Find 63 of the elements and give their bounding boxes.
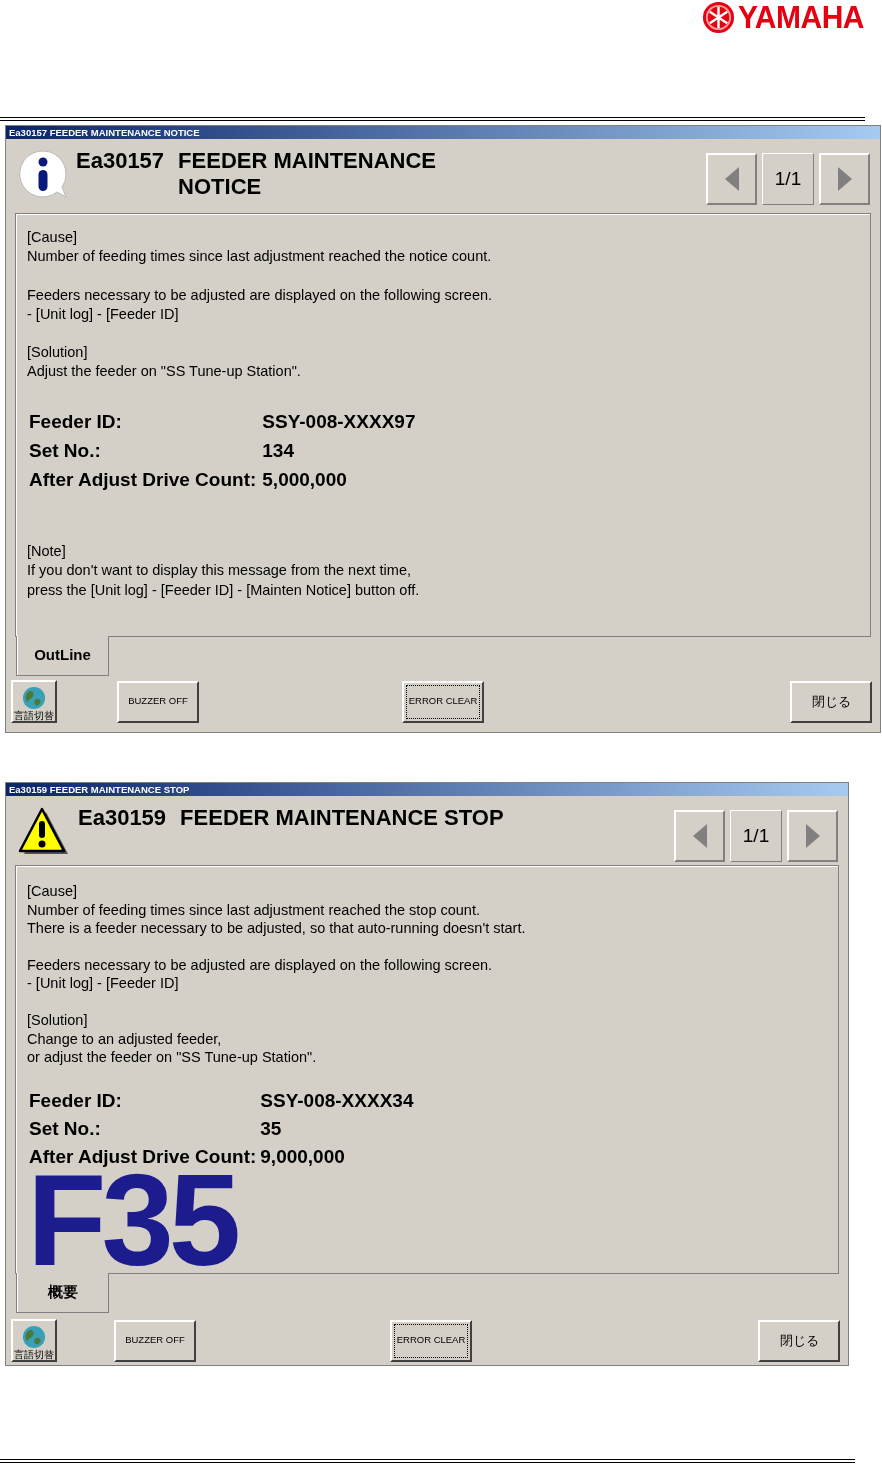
info-icon — [18, 149, 68, 199]
previous-page-button[interactable] — [674, 810, 725, 862]
window-title: Ea30157 FEEDER MAINTENANCE NOTICE — [6, 126, 880, 139]
field-label: Feeder ID: — [29, 1088, 123, 1113]
message-text: Change to an adjusted feeder, — [27, 1029, 223, 1049]
globe-icon — [22, 686, 46, 710]
right-triangle-icon — [835, 166, 854, 192]
close-button[interactable]: 閉じる — [790, 680, 872, 723]
error-clear-button[interactable]: ERROR CLEAR — [390, 1319, 472, 1362]
error-code: Ea30159 — [78, 804, 167, 832]
field-value: 35 — [260, 1116, 283, 1141]
right-triangle-icon — [803, 823, 822, 849]
field-label: Set No.: — [29, 438, 102, 463]
note-text: press the [Unit log] - [Feeder ID] - [Mainten Notice] button off. — [27, 580, 421, 600]
message-text: or adjust the feeder on "SS Tune-up Station". — [27, 1048, 318, 1067]
page-counter: 1/1 — [730, 810, 782, 862]
error-title: NOTICE — [178, 173, 263, 201]
field-label: After Adjust Drive Count: — [29, 467, 257, 492]
error-clear-button[interactable]: ERROR CLEAR — [402, 680, 484, 723]
message-text: There is a feeder necessary to be adjusted, so that auto-running doesn't start. — [27, 919, 527, 938]
message-text: Adjust the feeder on "SS Tune-up Station". — [27, 362, 302, 382]
message-text: [Solution] — [27, 1010, 89, 1030]
buzzer-off-button[interactable]: BUZZER OFF — [117, 680, 199, 723]
field-value: 9,000,000 — [260, 1144, 346, 1169]
field-label: Feeder ID: — [29, 409, 123, 434]
feeder-set-label: F35 — [27, 1172, 236, 1267]
window-title: Ea30159 FEEDER MAINTENANCE STOP — [6, 783, 848, 796]
message-text: [Cause] — [27, 882, 78, 901]
field-value: SSY-008-XXXX34 — [260, 1088, 414, 1113]
note-text: If you don't want to display this message from the next time, — [27, 561, 412, 581]
field-value: SSY-008-XXXX97 — [262, 409, 416, 434]
message-text: [Cause] — [27, 228, 78, 247]
tab[interactable]: OutLine — [16, 636, 109, 676]
error-code: Ea30157 — [76, 147, 165, 175]
globe-icon — [22, 1325, 46, 1349]
message-text: - [Unit log] - [Feeder ID] — [27, 974, 180, 993]
field-value: 134 — [262, 438, 295, 463]
message-text: Feeders necessary to be adjusted are displayed on the following screen. — [27, 955, 494, 975]
language-button[interactable]: 言語切替 — [11, 1319, 57, 1362]
close-button[interactable]: 閉じる — [758, 1319, 840, 1362]
error-title: FEEDER MAINTENANCE STOP — [180, 804, 504, 832]
next-page-button[interactable] — [819, 153, 870, 205]
message-text: - [Unit log] - [Feeder ID] — [27, 304, 180, 324]
note-text: [Note] — [27, 542, 67, 562]
tab[interactable]: 概要 — [16, 1273, 109, 1313]
page-counter: 1/1 — [762, 153, 814, 205]
message-text: Number of feeding times since last adjustment reached the stop count. — [27, 900, 481, 920]
logo-text: YAMAHA — [738, 0, 864, 35]
language-label: 言語切替 — [14, 710, 54, 721]
field-label: After Adjust Drive Count: — [29, 1144, 257, 1169]
warning-icon — [18, 806, 70, 856]
message-text: Feeders necessary to be adjusted are displayed on the following screen. — [27, 285, 494, 305]
error-title: FEEDER MAINTENANCE — [178, 147, 436, 175]
next-page-button[interactable] — [787, 810, 838, 862]
field-label: Set No.: — [29, 1116, 102, 1141]
buzzer-off-button[interactable]: BUZZER OFF — [114, 1319, 196, 1362]
message-text: Number of feeding times since last adjustment reached the notice count. — [27, 247, 493, 267]
language-label: 言語切替 — [14, 1349, 54, 1360]
field-value: 5,000,000 — [262, 467, 348, 492]
previous-page-button[interactable] — [706, 153, 757, 205]
language-button[interactable]: 言語切替 — [11, 680, 57, 723]
logo-icon — [702, 0, 736, 34]
message-text: [Solution] — [27, 343, 89, 363]
